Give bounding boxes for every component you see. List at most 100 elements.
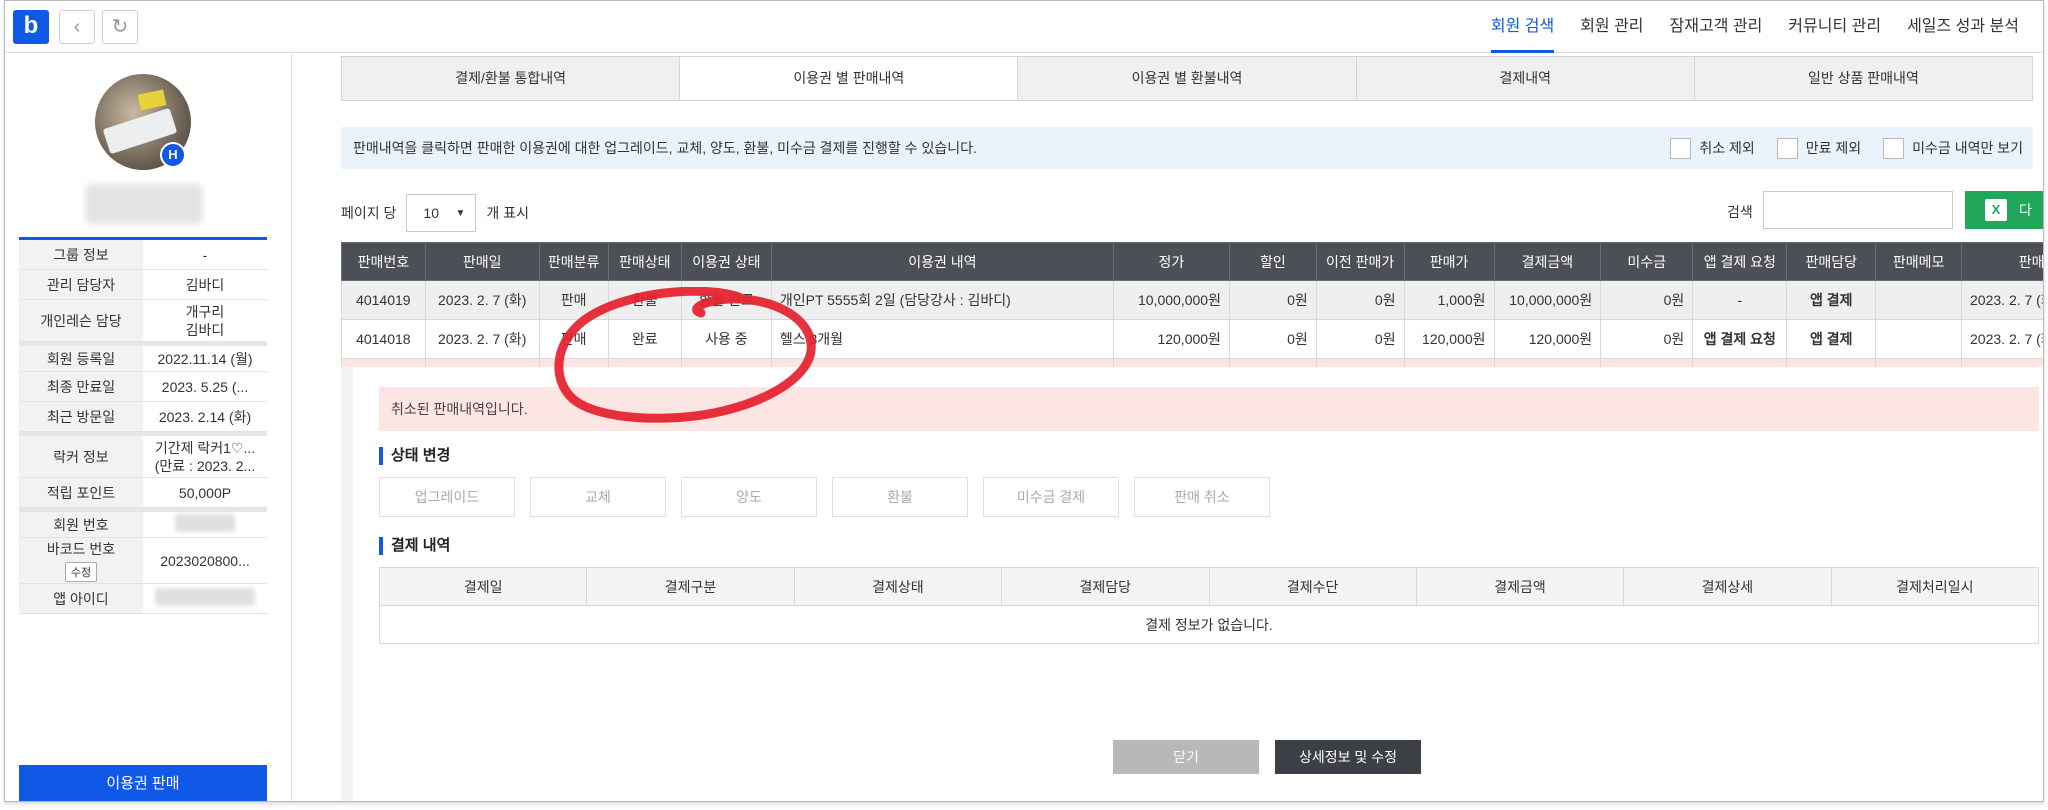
per-page-select[interactable]: 10 ▼: [406, 194, 477, 232]
table-cell: 완료: [607, 319, 682, 359]
column-header[interactable]: 이전 판매가: [1315, 242, 1405, 281]
table-cell: 사용 중: [680, 319, 772, 359]
filter-checkbox[interactable]: 취소 제외: [1670, 127, 1755, 169]
menu-item-5[interactable]: 세일즈 성과 분석: [1907, 1, 2019, 53]
table-cell[interactable]: 앱 결제: [1786, 280, 1877, 320]
table-row[interactable]: 4014018 2023. 2. 7 (화) 판매 완료 사용 중 헬스 3개월 120,0…: [341, 319, 2043, 359]
info-row: 바코드 번호수정 2023020800...: [19, 538, 267, 584]
redacted-value: [155, 587, 255, 606]
checkbox-box[interactable]: [1883, 137, 1905, 159]
info-row: 최근 방문일 2023. 2.14 (화): [19, 402, 267, 432]
action-button[interactable]: 미수금 결제: [983, 477, 1119, 517]
action-button[interactable]: 교체: [530, 477, 666, 517]
column-header[interactable]: 판매분류: [538, 242, 609, 281]
top-bar: b ‹ ↻ 회원 검색 회원 관리 잠재고객 관리 커뮤니티 관리 세일즈 성과 분석: [5, 1, 2043, 53]
tab-1[interactable]: 결제/환불 통합내역: [342, 57, 681, 100]
table-cell: 120,000원: [1493, 319, 1602, 359]
menu-item-3[interactable]: 잠재고객 관리: [1670, 1, 1763, 53]
refresh-button[interactable]: ↻: [102, 10, 138, 44]
info-key-label: 바코드 번호: [46, 541, 116, 557]
payment-table: 결제일 결제구분 결제상태 결제담당 결제수단 결제금액 결제상세 결제처리일시 결제 정보가…: [378, 567, 2040, 644]
column-header[interactable]: 미수금: [1600, 242, 1694, 281]
action-button[interactable]: 업그레이드: [379, 477, 515, 517]
grade-badge: H: [160, 142, 186, 168]
column-header[interactable]: 판매담당: [1786, 242, 1877, 281]
filter-checkbox[interactable]: 만료 제외: [1776, 127, 1861, 169]
table-cell: 0원: [1228, 319, 1317, 359]
column-header[interactable]: 판매일: [424, 242, 540, 281]
table-cell: -: [1692, 280, 1788, 320]
action-button[interactable]: 판매 취소: [1134, 477, 1270, 517]
per-page-prefix: 페이지 당: [341, 205, 397, 221]
sell-pass-button[interactable]: 이용권 판매: [19, 765, 267, 801]
info-key-label: 그룹 정보: [53, 246, 109, 263]
table-cell: 0원: [1315, 280, 1405, 320]
tab-2[interactable]: 이용권 별 판매내역: [680, 57, 1019, 100]
table-row[interactable]: 4014019 2023. 2. 7 (화) 판매 환불 환불 완료 개인PT 5555회…: [341, 280, 2043, 320]
excel-download-button[interactable]: X 다: [1965, 191, 2043, 229]
checkbox-box[interactable]: [1670, 137, 1692, 159]
column-header[interactable]: 판매처리일: [1961, 242, 2043, 281]
table-cell: 120,000원: [1112, 319, 1230, 359]
info-row: 적립 포인트 50,000P: [19, 478, 267, 508]
table-cell: 10,000,000원: [1112, 280, 1230, 320]
table-cell: 2023. 2. 7 (화) S: [1961, 280, 2043, 320]
info-value: 2022.11.14 (월): [157, 350, 253, 367]
table-cell[interactable]: 앱 결제 요청: [1692, 319, 1788, 359]
table-cell: [1875, 280, 1963, 320]
per-page-control: 페이지 당 10 ▼ 개 표시: [341, 194, 529, 232]
column-header[interactable]: 이용권 내역: [770, 242, 1114, 281]
column-header[interactable]: 이용권 상태: [680, 242, 772, 281]
close-button[interactable]: 닫기: [1113, 740, 1259, 774]
tab-5[interactable]: 일반 상품 판매내역: [1695, 57, 2032, 100]
column-header[interactable]: 앱 결제 요청: [1692, 242, 1788, 281]
table-cell: 10,000,000원: [1493, 280, 1602, 320]
info-key: 락커 정보: [19, 436, 143, 477]
back-button[interactable]: ‹: [59, 10, 95, 44]
info-key-label: 개인레슨 담당: [40, 312, 122, 329]
menu-item-2[interactable]: 회원 관리: [1580, 1, 1643, 53]
detail-edit-button[interactable]: 상세정보 및 수정: [1275, 740, 1421, 774]
column-header[interactable]: 결제금액: [1493, 242, 1602, 281]
barcode-edit-button[interactable]: 수정: [64, 562, 98, 582]
tab-4[interactable]: 결제내역: [1357, 57, 1695, 100]
column-header[interactable]: 판매가: [1403, 242, 1495, 281]
search-input[interactable]: [1763, 191, 1953, 229]
filter-checkbox[interactable]: 미수금 내역만 보기: [1883, 127, 2023, 169]
main-menu: 회원 검색 회원 관리 잠재고객 관리 커뮤니티 관리 세일즈 성과 분석: [1490, 1, 2019, 53]
status-change-title: 상태 변경: [379, 447, 450, 465]
table-cell[interactable]: 앱 결제: [1786, 319, 1877, 359]
filter-label: 취소 제외: [1699, 140, 1755, 156]
column-header[interactable]: 판매메모: [1875, 242, 1963, 281]
info-key: 최종 만료일: [19, 372, 143, 401]
table-cell: 0원: [1600, 280, 1694, 320]
info-row: 최종 만료일 2023. 5.25 (...: [19, 372, 267, 402]
table-cell: 2023. 2. 7 (화): [424, 280, 540, 320]
info-key: 관리 담당자: [19, 270, 143, 299]
tab-3[interactable]: 이용권 별 환불내역: [1018, 57, 1357, 100]
filter-label: 미수금 내역만 보기: [1912, 140, 2023, 156]
redacted-value: [175, 513, 235, 532]
menu-item-4[interactable]: 커뮤니티 관리: [1788, 1, 1881, 53]
table-cell: 개인PT 5555회 2일 (담당강사 : 김바디): [770, 280, 1114, 320]
info-key: 최근 방문일: [19, 402, 143, 431]
app-logo[interactable]: b: [13, 10, 49, 44]
column-header[interactable]: 정가: [1112, 242, 1230, 281]
column-header[interactable]: 판매번호: [341, 242, 426, 281]
payment-column-header: 결제처리일시: [1830, 567, 2040, 606]
info-key: 바코드 번호수정: [19, 538, 143, 583]
info-key-label: 회원 번호: [53, 516, 109, 533]
payment-column-header: 결제일: [378, 567, 588, 606]
checkbox-box[interactable]: [1776, 137, 1798, 159]
info-key: 적립 포인트: [19, 478, 143, 507]
info-key-label: 최종 만료일: [46, 378, 116, 395]
info-key-label: 앱 아이디: [53, 590, 109, 607]
action-button[interactable]: 양도: [681, 477, 817, 517]
menu-item-1[interactable]: 회원 검색: [1490, 1, 1555, 53]
info-row: 회원 등록일 2022.11.14 (월): [19, 342, 267, 372]
column-header[interactable]: 판매상태: [607, 242, 682, 281]
action-button[interactable]: 환불: [832, 477, 968, 517]
column-header[interactable]: 할인: [1228, 242, 1317, 281]
table-cell: 4014018: [341, 319, 426, 359]
info-value: 2023020800...: [160, 552, 250, 569]
